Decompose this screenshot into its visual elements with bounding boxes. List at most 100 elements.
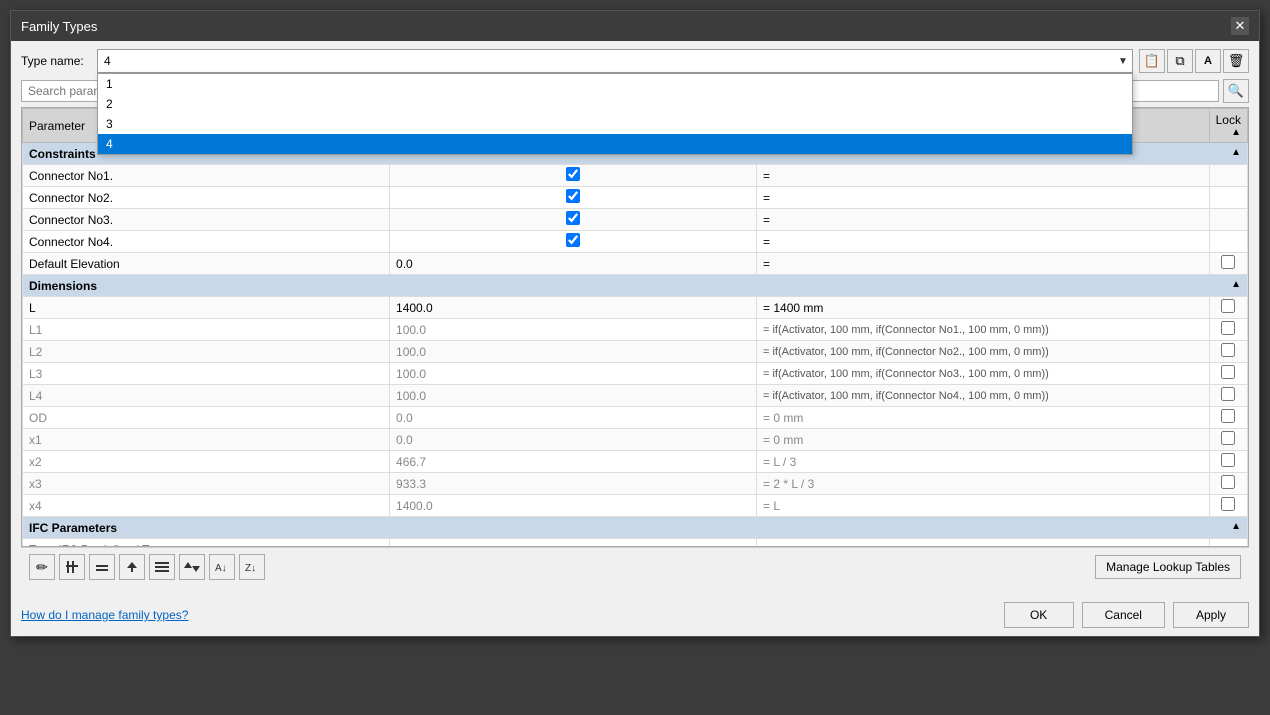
add-param-button[interactable]: [59, 554, 85, 580]
formula-L: = 1400 mm: [757, 297, 1210, 319]
param-OD: OD: [23, 407, 390, 429]
checkbox-lock-OD[interactable]: [1221, 409, 1235, 423]
checkbox-lock-x1[interactable]: [1221, 431, 1235, 445]
param-connector-no4: Connector No4.: [23, 231, 390, 253]
formula-connector-no2: =: [757, 187, 1210, 209]
help-link[interactable]: How do I manage family types?: [21, 608, 188, 622]
checkbox-lock-L2[interactable]: [1221, 343, 1235, 357]
dropdown-item-4[interactable]: 4: [98, 134, 1132, 154]
move-up-icon: [125, 560, 139, 574]
lock-ifc-type: [1209, 539, 1247, 548]
type-name-combo-wrapper: ▼ 1 2 3 4: [97, 49, 1133, 73]
value-connector-no3: [390, 209, 757, 231]
checkbox-lock-L1[interactable]: [1221, 321, 1235, 335]
lock-x3: [1209, 473, 1247, 495]
type-name-label: Type name:: [21, 54, 91, 68]
checkbox-lock-L[interactable]: [1221, 299, 1235, 313]
family-types-dialog: Family Types ✕ Type name: ▼ 1 2 3 4 📋 ⧉: [10, 10, 1260, 637]
new-family-type-button[interactable]: 📋: [1139, 49, 1165, 73]
value-L4: 100.0: [390, 385, 757, 407]
dialog-footer: How do I manage family types? OK Cancel …: [11, 594, 1259, 636]
type-toolbar: 📋 ⧉ A 🗑: [1139, 49, 1249, 73]
formula-x1: = 0 mm: [757, 429, 1210, 451]
bottom-toolbar: ✏: [21, 547, 1249, 586]
sort-desc-button[interactable]: Z↓: [239, 554, 265, 580]
value-x1: 0.0: [390, 429, 757, 451]
table-row: x4 1400.0 = L: [23, 495, 1248, 517]
add-param-icon: [65, 560, 79, 574]
value-connector-no1: [390, 165, 757, 187]
checkbox-connector-no2[interactable]: [566, 189, 580, 203]
param-connector-no3: Connector No3.: [23, 209, 390, 231]
formula-default-elevation: =: [757, 253, 1210, 275]
lock-x2: [1209, 451, 1247, 473]
formula-x4: = L: [757, 495, 1210, 517]
checkbox-lock-L3[interactable]: [1221, 365, 1235, 379]
value-connector-no4: [390, 231, 757, 253]
param-connector-no2: Connector No2.: [23, 187, 390, 209]
remove-param-icon: [95, 560, 109, 574]
value-L2: 100.0: [390, 341, 757, 363]
remove-param-button[interactable]: [89, 554, 115, 580]
type-name-row: Type name: ▼ 1 2 3 4 📋 ⧉ A 🗑: [21, 49, 1249, 73]
dialog-title: Family Types: [21, 19, 97, 34]
dropdown-item-1[interactable]: 1: [98, 74, 1132, 94]
lock-L2: [1209, 341, 1247, 363]
type-name-input[interactable]: [97, 49, 1133, 73]
checkbox-lock-x4[interactable]: [1221, 497, 1235, 511]
param-L2: L2: [23, 341, 390, 363]
parameters-table-container: Parameter Value Formula Lock ▲ Constrain…: [21, 107, 1249, 547]
checkbox-connector-no4[interactable]: [566, 233, 580, 247]
table-row: Connector No2. =: [23, 187, 1248, 209]
checkbox-lock-default-elevation[interactable]: [1221, 255, 1235, 269]
section-ifc-label: IFC Parameters ▲: [23, 517, 1248, 539]
table-row: L4 100.0 = if(Activator, 100 mm, if(Conn…: [23, 385, 1248, 407]
sort-asc-icon: A↓: [214, 560, 230, 574]
formula-L3: = if(Activator, 100 mm, if(Connector No3…: [757, 363, 1210, 385]
param-L4: L4: [23, 385, 390, 407]
sort-asc-button[interactable]: A↓: [209, 554, 235, 580]
move-up-button[interactable]: [119, 554, 145, 580]
param-connector-no1: Connector No1.: [23, 165, 390, 187]
sort-icon: [184, 560, 200, 574]
title-bar: Family Types ✕: [11, 11, 1259, 41]
dropdown-item-3[interactable]: 3: [98, 114, 1132, 134]
delete-type-button[interactable]: 🗑: [1223, 49, 1249, 73]
rename-type-button[interactable]: A: [1195, 49, 1221, 73]
search-button[interactable]: 🔍: [1223, 79, 1249, 103]
table-row: x1 0.0 = 0 mm: [23, 429, 1248, 451]
section-ifc: IFC Parameters ▲: [23, 517, 1248, 539]
duplicate-type-button[interactable]: ⧉: [1167, 49, 1193, 73]
parameters-table: Parameter Value Formula Lock ▲ Constrain…: [22, 108, 1248, 547]
param-ifc-type: Type IFC Predefined Type: [23, 539, 390, 548]
cancel-button[interactable]: Cancel: [1082, 602, 1165, 628]
lock-x1: [1209, 429, 1247, 451]
sort-button[interactable]: [179, 554, 205, 580]
type-name-dropdown: 1 2 3 4: [97, 73, 1133, 155]
apply-button[interactable]: Apply: [1173, 602, 1249, 628]
checkbox-lock-L4[interactable]: [1221, 387, 1235, 401]
param-L1: L1: [23, 319, 390, 341]
value-L1: 100.0: [390, 319, 757, 341]
header-lock: Lock ▲: [1209, 109, 1247, 143]
formula-OD: = 0 mm: [757, 407, 1210, 429]
dropdown-item-2[interactable]: 2: [98, 94, 1132, 114]
table-row: OD 0.0 = 0 mm: [23, 407, 1248, 429]
manage-lookup-button[interactable]: Manage Lookup Tables: [1095, 555, 1241, 579]
param-group-icon: [154, 560, 170, 574]
move-param-group-button[interactable]: [149, 554, 175, 580]
close-button[interactable]: ✕: [1231, 17, 1249, 35]
param-x2: x2: [23, 451, 390, 473]
param-x3: x3: [23, 473, 390, 495]
svg-text:A↓: A↓: [215, 563, 227, 574]
ok-button[interactable]: OK: [1004, 602, 1074, 628]
lock-default-elevation: [1209, 253, 1247, 275]
lock-L4: [1209, 385, 1247, 407]
checkbox-connector-no3[interactable]: [566, 211, 580, 225]
checkbox-lock-x2[interactable]: [1221, 453, 1235, 467]
edit-param-button[interactable]: ✏: [29, 554, 55, 580]
value-ifc-type: [390, 539, 757, 548]
table-row: Connector No4. =: [23, 231, 1248, 253]
checkbox-lock-x3[interactable]: [1221, 475, 1235, 489]
checkbox-connector-no1[interactable]: [566, 167, 580, 181]
